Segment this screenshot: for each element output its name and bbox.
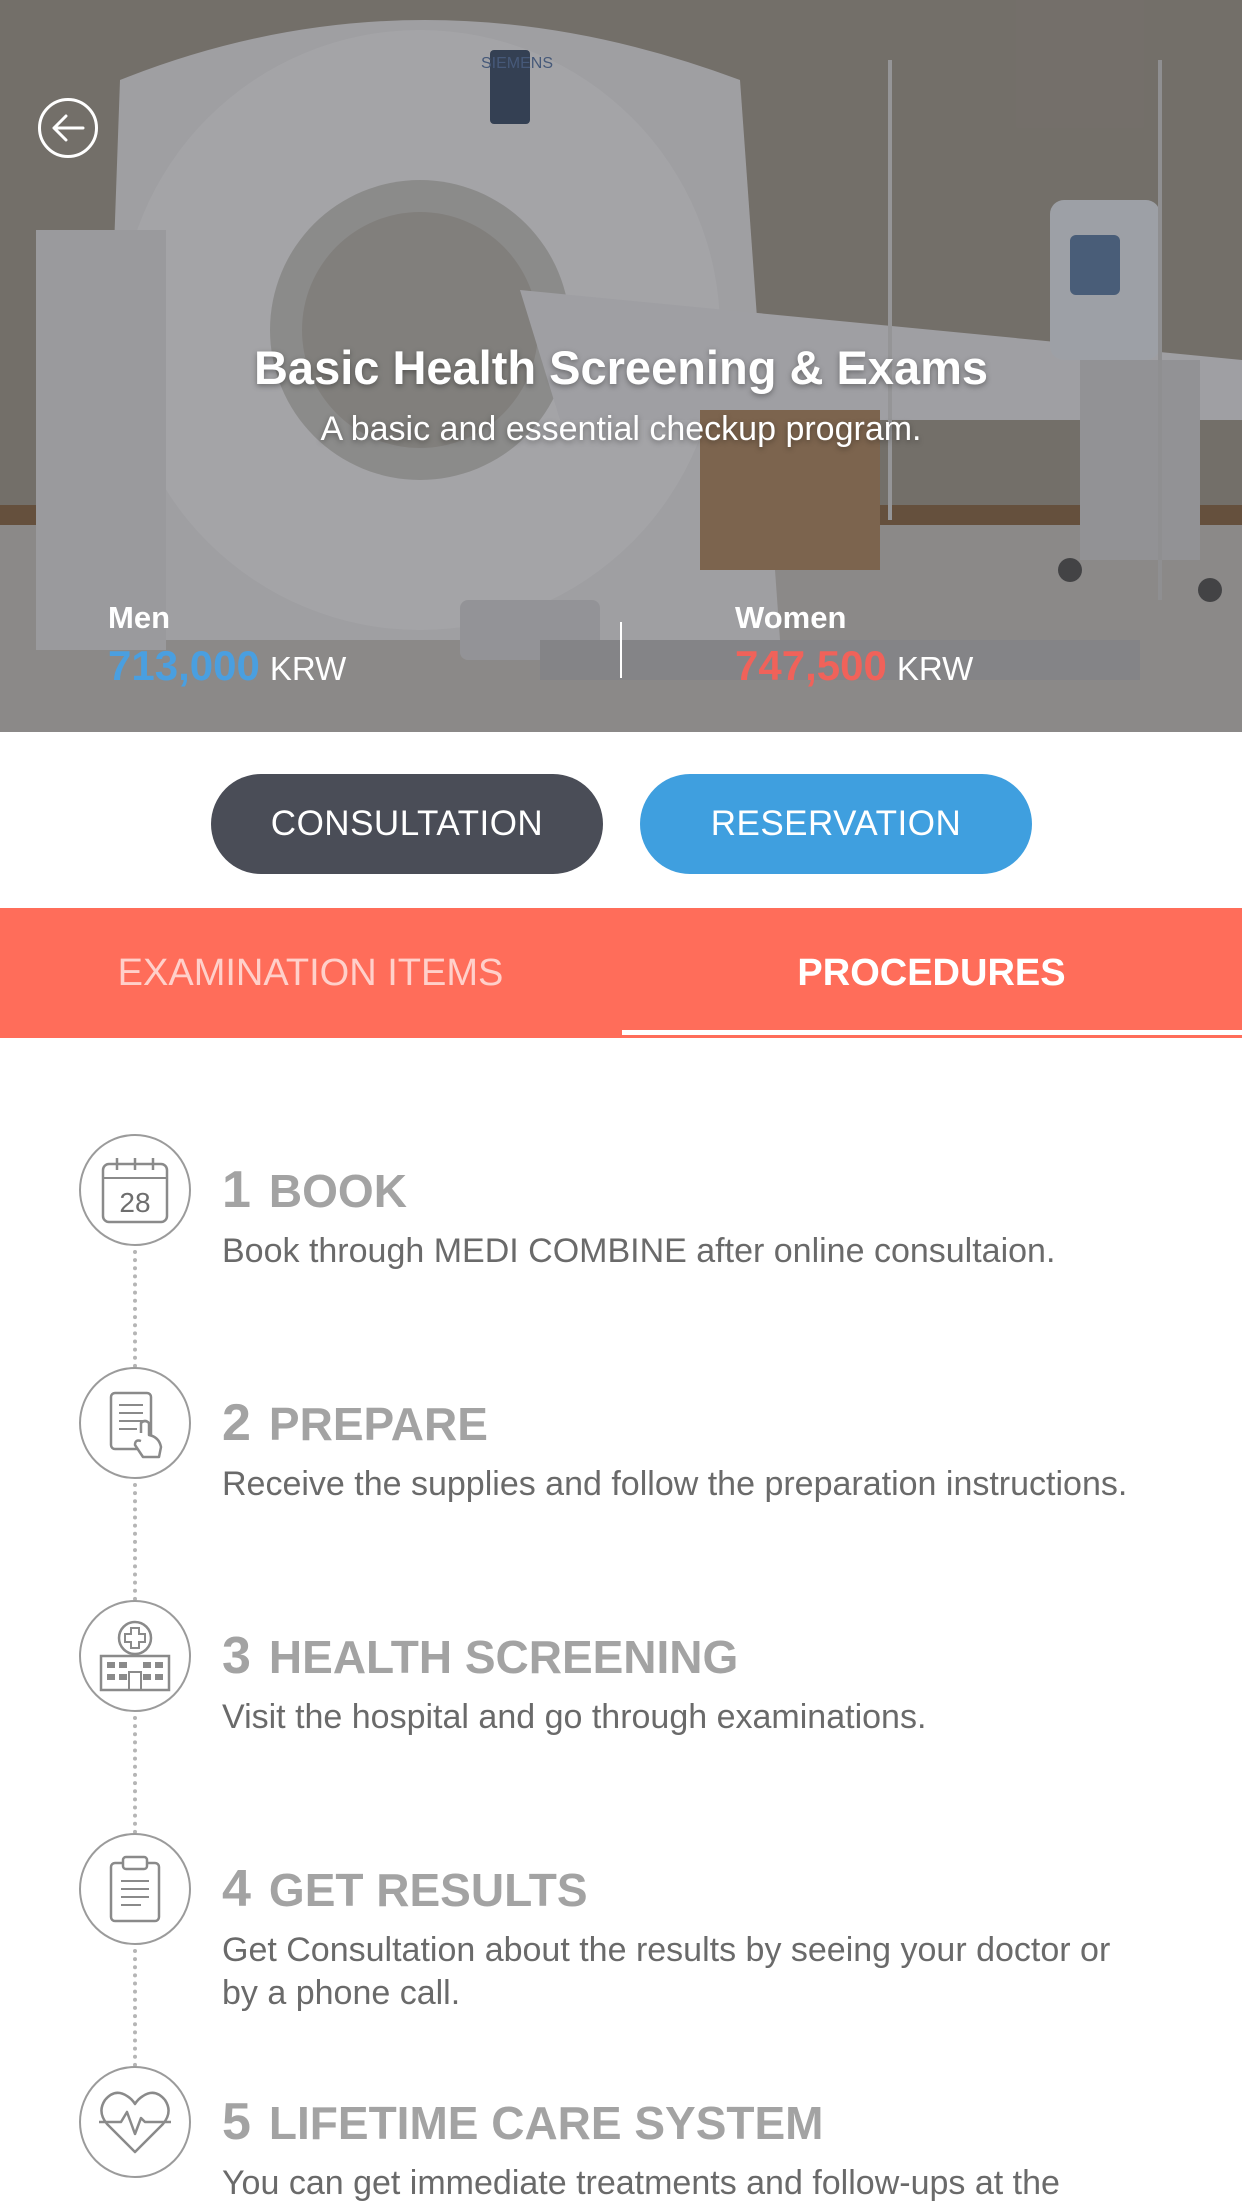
tab-examination-items[interactable]: EXAMINATION ITEMS	[0, 908, 621, 1038]
price-divider	[620, 622, 622, 678]
step-description: Get Consultation about the results by se…	[222, 1931, 1111, 2012]
step-number: 2	[222, 1394, 251, 1452]
women-label: Women	[735, 600, 847, 635]
price-women: Women 747,500 KRW	[735, 600, 973, 690]
hero-banner: SIEMENS Basic Health Screening & Exams A…	[0, 0, 1242, 732]
calendar-day: 28	[119, 1187, 150, 1218]
step-title: PREPARE	[268, 1398, 488, 1450]
consultation-button[interactable]: CONSULTATION	[211, 774, 603, 874]
step-heading: 5 LIFETIME CARE SYSTEM	[222, 2092, 824, 2152]
step-title: BOOK	[268, 1165, 407, 1217]
men-label: Men	[108, 600, 170, 635]
reservation-button[interactable]: RESERVATION	[640, 774, 1032, 874]
price-men: Men 713,000 KRW	[108, 600, 346, 690]
back-button[interactable]	[38, 98, 98, 158]
men-price: 713,000	[108, 642, 260, 689]
step-heading: 2 PREPARE	[222, 1393, 488, 1453]
heartbeat-icon	[79, 2066, 191, 2178]
step-description: Visit the hospital and go through examin…	[222, 1698, 927, 1736]
step-connector	[133, 1949, 137, 2067]
clipboard-icon	[79, 1833, 191, 1945]
women-currency: KRW	[896, 650, 974, 687]
step-connector	[133, 1716, 137, 1834]
tab-procedures[interactable]: PROCEDURES	[621, 908, 1242, 1038]
step-title: LIFETIME CARE SYSTEM	[268, 2097, 824, 2149]
page-title: Basic Health Screening & Exams	[253, 341, 989, 394]
step-number: 1	[222, 1161, 251, 1219]
hospital-icon	[79, 1600, 191, 1712]
step-title: HEALTH SCREENING	[268, 1631, 739, 1683]
step-connector	[133, 1483, 137, 1601]
procedure-steps: 28 1 BOOK Book through MEDI COMBINE after…	[0, 1038, 1242, 2208]
tablet-hand-icon	[79, 1367, 191, 1479]
step-number: 4	[222, 1860, 251, 1918]
step-description: You can get immediate treatments and fol…	[222, 2164, 1060, 2208]
step-title: GET RESULTS	[268, 1864, 588, 1916]
step-heading: 1 BOOK	[222, 1160, 407, 1220]
women-price: 747,500	[735, 642, 887, 689]
page-subtitle: A basic and essential checkup program.	[320, 410, 922, 448]
step-heading: 4 GET RESULTS	[222, 1859, 588, 1919]
step-heading: 3 HEALTH SCREENING	[222, 1626, 738, 1686]
step-description: Receive the supplies and follow the prep…	[222, 1465, 1128, 1503]
step-number: 3	[222, 1627, 251, 1685]
tab-bar: EXAMINATION ITEMS PROCEDURES	[0, 908, 1242, 1038]
arrow-left-icon	[52, 114, 85, 142]
calendar-icon: 28	[79, 1134, 191, 1246]
step-description: Book through MEDI COMBINE after online c…	[222, 1232, 1056, 1270]
men-currency: KRW	[269, 650, 347, 687]
active-tab-indicator	[622, 1030, 1242, 1035]
step-connector	[133, 1250, 137, 1368]
step-number: 5	[222, 2093, 251, 2151]
